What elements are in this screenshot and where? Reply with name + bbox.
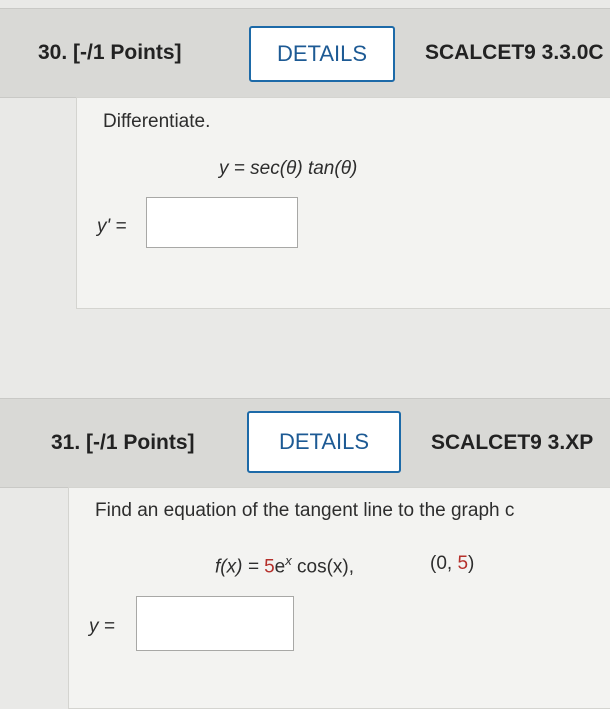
function-expression: f(x) = 5ex cos(x),	[215, 553, 354, 578]
function-lhs: f(x) =	[215, 556, 265, 578]
function-coefficient: 5	[264, 556, 275, 578]
answer-label-text: y' =	[97, 216, 127, 237]
question-code: SCALCET9 3.3.0C	[425, 41, 604, 64]
equation-text: y = sec(θ) tan(θ)	[219, 158, 357, 180]
point-y-value: 5	[457, 553, 469, 574]
answer-input[interactable]	[136, 596, 294, 651]
question-points: [-/1 Points]	[86, 431, 195, 454]
answer-label: y =	[89, 616, 115, 638]
question-30-title: 30. [-/1 Points]	[38, 41, 182, 65]
answer-label: y' =	[97, 216, 127, 238]
details-button[interactable]: DETAILS	[247, 411, 401, 473]
equation: y = sec(θ) tan(θ)	[219, 158, 358, 179]
instruction-text: Find an equation of the tangent line to …	[95, 500, 515, 521]
function-base: e	[274, 556, 286, 578]
question-number: 30.	[38, 41, 68, 64]
question-points: [-/1 Points]	[73, 41, 182, 64]
point-close: )	[468, 553, 475, 574]
function-rest: cos(x),	[291, 556, 355, 578]
details-button[interactable]: DETAILS	[249, 26, 395, 82]
instruction-text: Differentiate.	[103, 111, 211, 132]
point-open: (0,	[430, 553, 458, 574]
answer-input[interactable]	[146, 197, 298, 248]
question-code: SCALCET9 3.XP	[431, 431, 594, 454]
question-31-title: 31. [-/1 Points]	[51, 431, 195, 455]
point-expression: (0, 5)	[430, 553, 474, 575]
question-number: 31.	[51, 431, 81, 454]
answer-label-text: y =	[89, 616, 115, 637]
